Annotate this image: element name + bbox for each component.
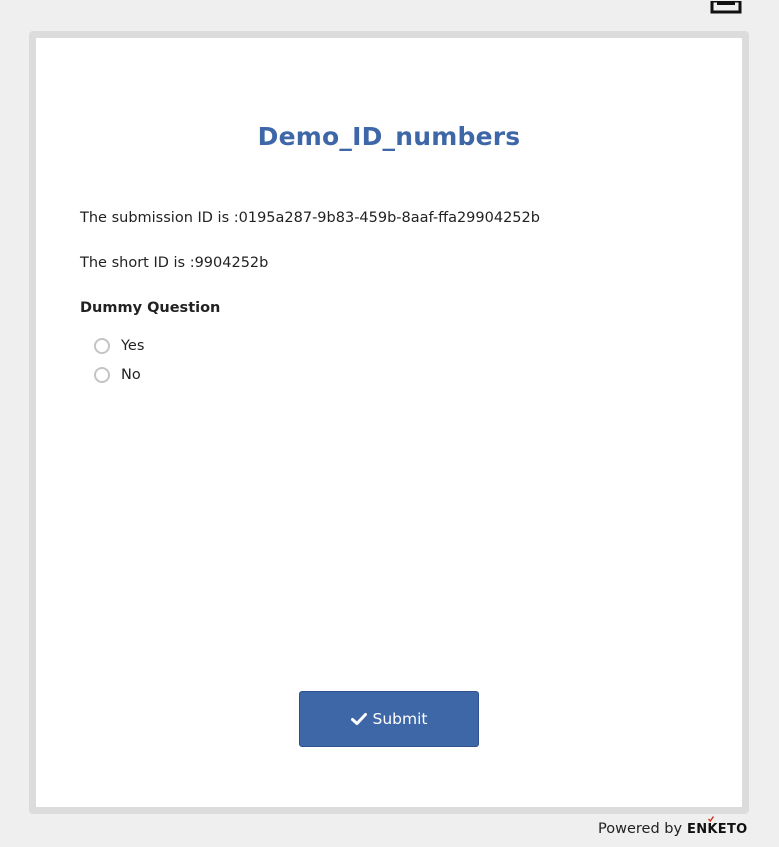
short-id-note: The short ID is :9904252b — [80, 255, 269, 271]
brand-name: ENKETO — [687, 821, 748, 837]
radio-button-yes[interactable] — [94, 338, 110, 354]
submission-id-note: The submission ID is :0195a287-9b83-459b… — [80, 210, 540, 226]
radio-option-no[interactable]: No — [94, 364, 141, 386]
form-title: Demo_ID_numbers — [257, 122, 521, 151]
enketo-logo[interactable]: ENKETO — [687, 815, 748, 837]
question-label: Dummy Question — [80, 300, 221, 316]
option-label-yes: Yes — [121, 338, 145, 354]
powered-by-text: Powered by — [598, 821, 683, 837]
print-icon[interactable] — [710, 0, 742, 14]
submit-button[interactable]: Submit — [299, 691, 479, 747]
check-icon — [350, 712, 367, 726]
radio-option-yes[interactable]: Yes — [94, 335, 144, 357]
footer: Powered by ENKETO — [598, 815, 748, 839]
option-label-no: No — [121, 367, 141, 383]
brand-accent-icon — [708, 815, 715, 822]
form-container: Demo_ID_numbers The submission ID is :01… — [29, 31, 749, 814]
submit-label: Submit — [372, 710, 428, 728]
radio-button-no[interactable] — [94, 367, 110, 383]
